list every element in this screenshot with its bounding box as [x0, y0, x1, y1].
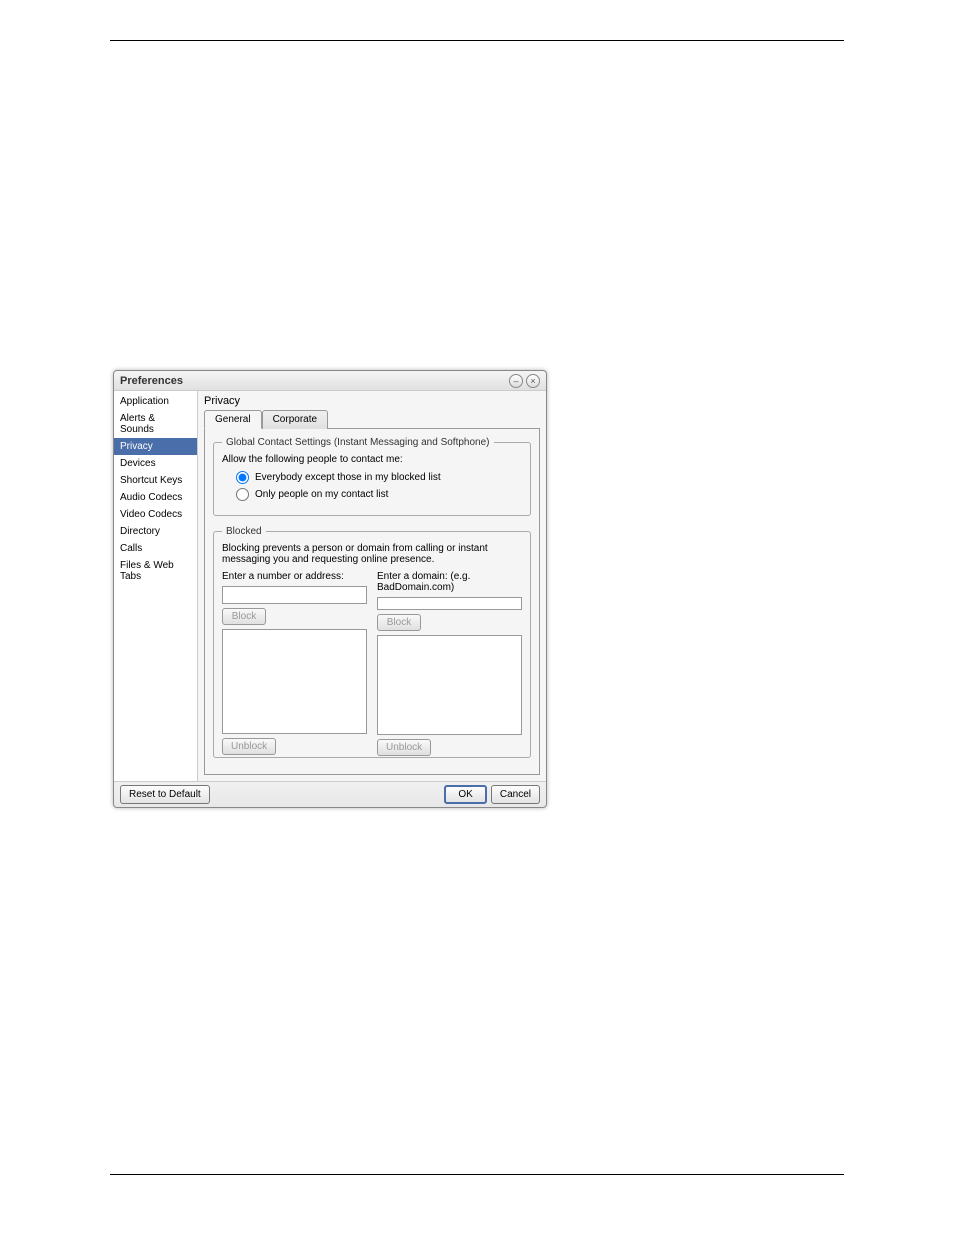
titlebar[interactable]: Preferences – ×: [114, 371, 546, 391]
panel-heading: Privacy: [204, 395, 540, 407]
radio-only-contacts[interactable]: Only people on my contact list: [236, 488, 522, 501]
tab-content: Global Contact Settings (Instant Messagi…: [204, 429, 540, 775]
unblock-domain-button[interactable]: Unblock: [377, 739, 431, 756]
tab-bar: General Corporate: [204, 409, 540, 429]
tab-general[interactable]: General: [204, 410, 262, 429]
blocked-columns: Enter a number or address: Block Unblock: [222, 571, 522, 755]
reset-to-default-button[interactable]: Reset to Default: [120, 785, 210, 804]
minimize-icon[interactable]: –: [509, 374, 523, 388]
sidebar: Application Alerts & Sounds Privacy Devi…: [114, 391, 198, 781]
sidebar-item-calls[interactable]: Calls: [114, 540, 197, 557]
block-domain-button[interactable]: Block: [377, 614, 421, 631]
cancel-button[interactable]: Cancel: [491, 785, 540, 804]
global-contact-settings: Global Contact Settings (Instant Messagi…: [213, 437, 531, 516]
radio-everybody-input[interactable]: [236, 471, 249, 484]
block-number-button[interactable]: Block: [222, 608, 266, 625]
close-icon[interactable]: ×: [526, 374, 540, 388]
dialog-button-bar: Reset to Default OK Cancel: [114, 781, 546, 807]
page-footer-rule: [110, 1174, 844, 1175]
blocked-settings: Blocked Blocking prevents a person or do…: [213, 526, 531, 758]
page-header-rule: [110, 40, 844, 41]
radio-only-contacts-input[interactable]: [236, 488, 249, 501]
dialog-title: Preferences: [120, 375, 506, 387]
sidebar-item-privacy[interactable]: Privacy: [114, 438, 197, 455]
number-input[interactable]: [222, 586, 367, 604]
blocked-description: Blocking prevents a person or domain fro…: [222, 543, 522, 565]
main-panel: Privacy General Corporate Global Contact…: [198, 391, 546, 781]
radio-everybody-label: Everybody except those in my blocked lis…: [255, 472, 441, 483]
allow-prompt: Allow the following people to contact me…: [222, 454, 522, 465]
blocked-domains-list[interactable]: [377, 635, 522, 735]
sidebar-item-shortcut-keys[interactable]: Shortcut Keys: [114, 472, 197, 489]
sidebar-item-audio-codecs[interactable]: Audio Codecs: [114, 489, 197, 506]
blocked-legend: Blocked: [222, 526, 266, 537]
dialog-body: Application Alerts & Sounds Privacy Devi…: [114, 391, 546, 781]
blocked-numbers-list[interactable]: [222, 629, 367, 734]
global-contact-legend: Global Contact Settings (Instant Messagi…: [222, 437, 494, 448]
radio-only-contacts-label: Only people on my contact list: [255, 489, 388, 500]
blocked-number-column: Enter a number or address: Block Unblock: [222, 571, 367, 755]
sidebar-item-devices[interactable]: Devices: [114, 455, 197, 472]
domain-label: Enter a domain: (e.g. BadDomain.com): [377, 571, 522, 593]
unblock-number-button[interactable]: Unblock: [222, 738, 276, 755]
domain-input[interactable]: [377, 597, 522, 610]
radio-everybody[interactable]: Everybody except those in my blocked lis…: [236, 471, 522, 484]
number-label: Enter a number or address:: [222, 571, 367, 582]
sidebar-item-files-web-tabs[interactable]: Files & Web Tabs: [114, 557, 197, 585]
sidebar-item-directory[interactable]: Directory: [114, 523, 197, 540]
sidebar-item-application[interactable]: Application: [114, 393, 197, 410]
ok-button[interactable]: OK: [444, 785, 486, 804]
sidebar-item-video-codecs[interactable]: Video Codecs: [114, 506, 197, 523]
blocked-domain-column: Enter a domain: (e.g. BadDomain.com) Blo…: [377, 571, 522, 755]
tab-corporate[interactable]: Corporate: [262, 410, 328, 429]
sidebar-item-alerts-sounds[interactable]: Alerts & Sounds: [114, 410, 197, 438]
preferences-dialog: Preferences – × Application Alerts & Sou…: [113, 370, 547, 808]
